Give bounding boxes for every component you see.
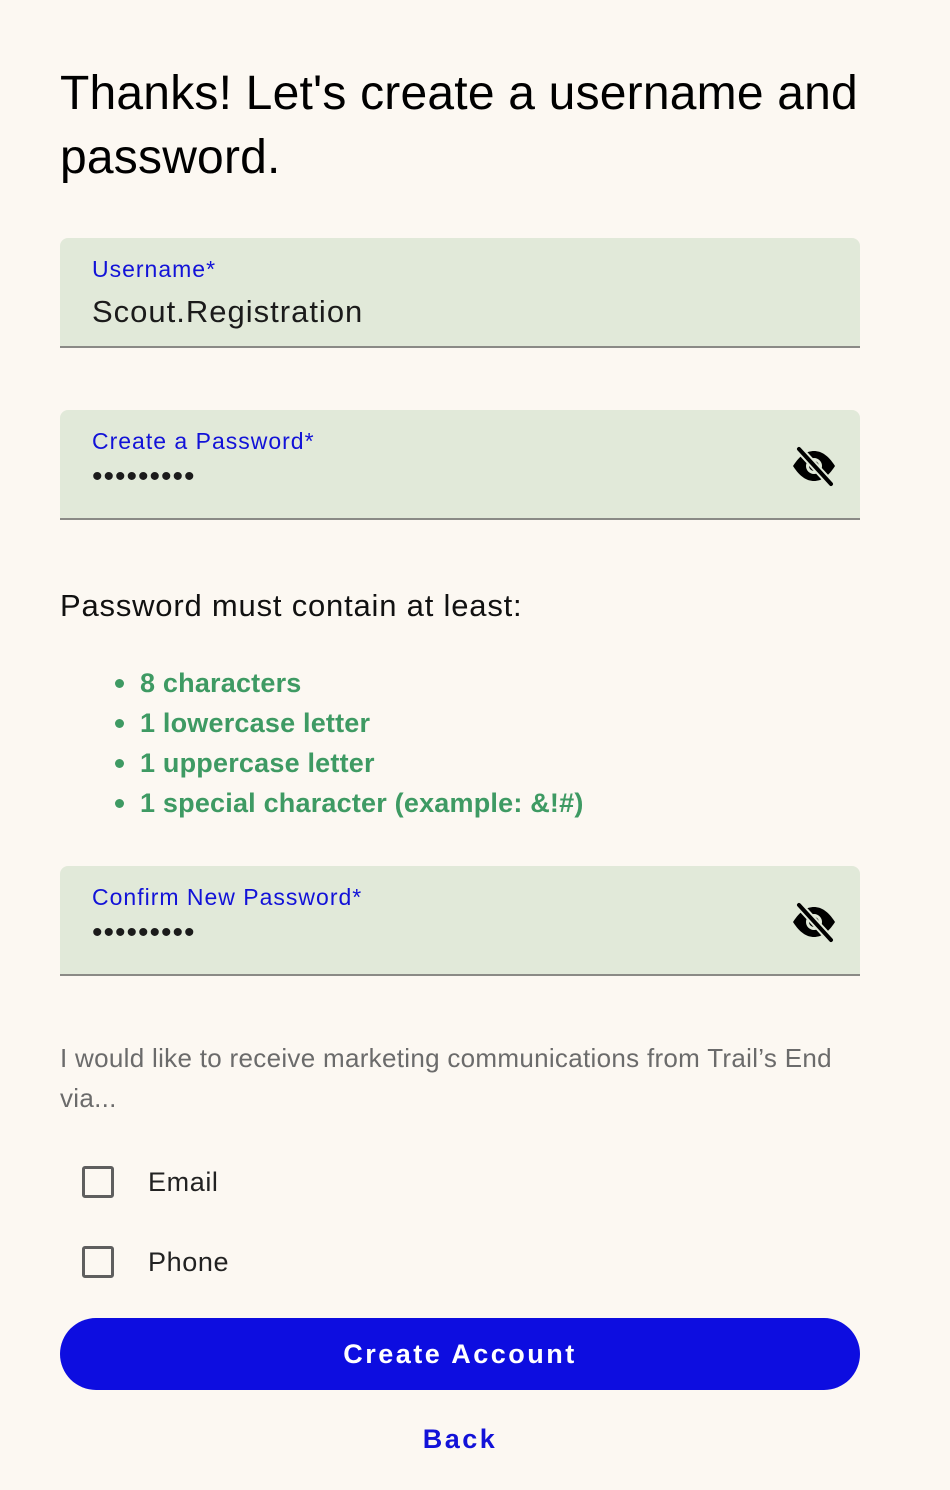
eye-off-icon[interactable] <box>790 444 838 488</box>
password-rule-text: 1 special character (example: &!#) <box>140 788 584 818</box>
back-button[interactable]: Back <box>0 1424 920 1455</box>
phone-checkbox-row[interactable]: Phone <box>82 1244 229 1280</box>
password-rule-item: 1 uppercase letter <box>112 743 584 783</box>
confirm-password-value[interactable]: ••••••••• <box>92 916 196 950</box>
create-password-field[interactable]: Create a Password* ••••••••• <box>60 410 860 520</box>
email-checkbox[interactable] <box>82 1166 114 1198</box>
create-password-label: Create a Password* <box>92 428 315 454</box>
create-password-value[interactable]: ••••••••• <box>92 460 196 494</box>
password-rule-item: 1 lowercase letter <box>112 703 584 743</box>
bullet-icon <box>115 759 124 768</box>
bullet-icon <box>115 679 124 688</box>
password-rule-text: 8 characters <box>140 668 302 698</box>
bullet-icon <box>115 719 124 728</box>
create-account-button[interactable]: Create Account <box>60 1318 860 1390</box>
password-rule-text: 1 uppercase letter <box>140 748 375 778</box>
password-rule-item: 1 special character (example: &!#) <box>112 783 584 823</box>
username-label: Username* <box>92 256 217 282</box>
page-title: Thanks! Let's create a username and pass… <box>60 67 858 184</box>
username-field[interactable]: Username* Scout.Registration <box>60 238 860 348</box>
confirm-password-label: Confirm New Password* <box>92 884 363 910</box>
eye-off-icon[interactable] <box>790 900 838 944</box>
bullet-icon <box>115 799 124 808</box>
username-value[interactable]: Scout.Registration <box>92 294 363 330</box>
password-rules-list: 8 characters 1 lowercase letter 1 upperc… <box>112 663 584 823</box>
email-checkbox-label[interactable]: Email <box>148 1167 219 1198</box>
phone-checkbox[interactable] <box>82 1246 114 1278</box>
password-rules-heading: Password must contain at least: <box>60 588 523 623</box>
confirm-password-field[interactable]: Confirm New Password* ••••••••• <box>60 866 860 976</box>
phone-checkbox-label[interactable]: Phone <box>148 1247 229 1278</box>
password-rule-text: 1 lowercase letter <box>140 708 371 738</box>
password-rule-item: 8 characters <box>112 663 584 703</box>
email-checkbox-row[interactable]: Email <box>82 1164 219 1200</box>
marketing-consent-text: I would like to receive marketing commun… <box>60 1043 832 1113</box>
